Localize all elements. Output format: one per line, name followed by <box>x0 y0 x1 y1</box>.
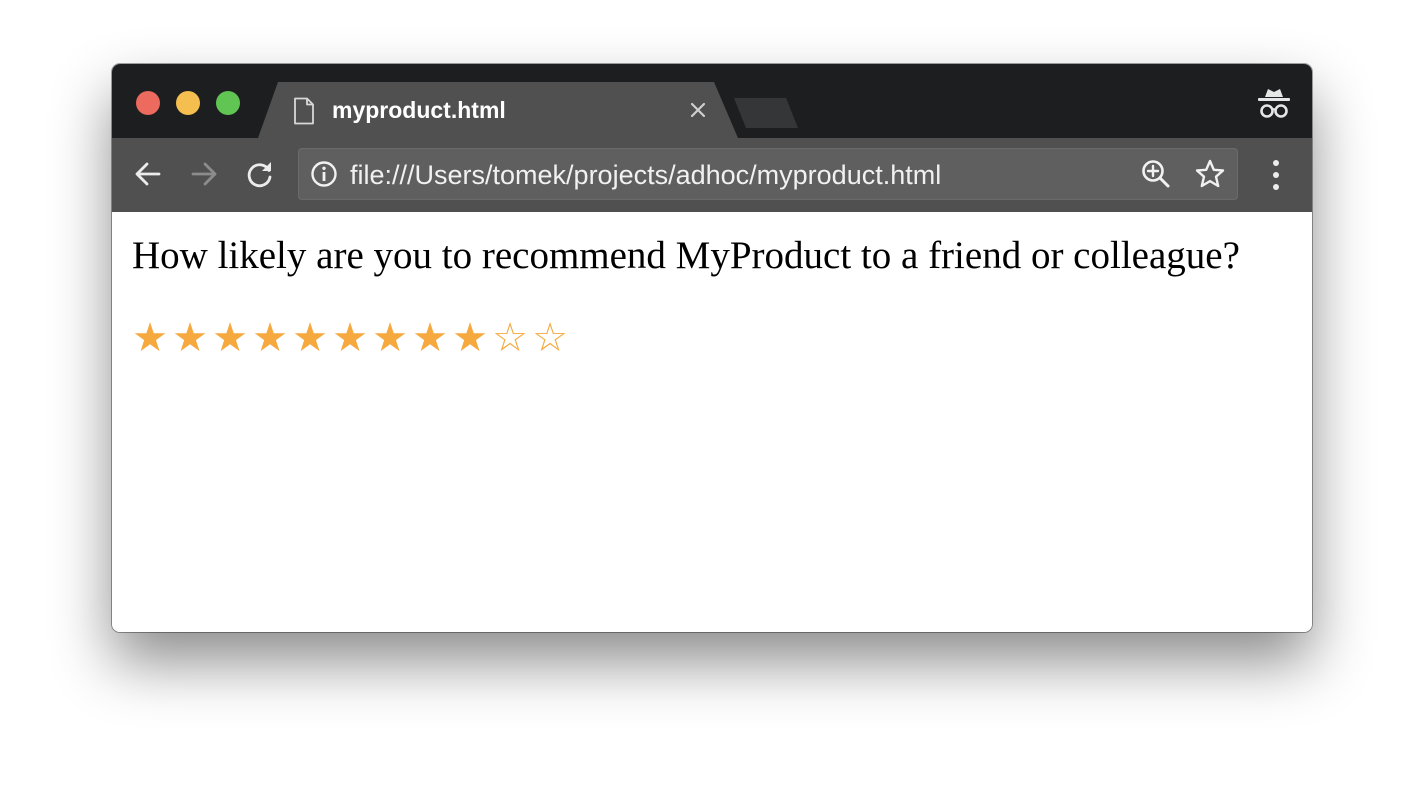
empty-star-icon[interactable]: ☆ <box>490 312 530 364</box>
filled-star-icon[interactable]: ★ <box>170 312 210 364</box>
new-tab-button[interactable] <box>734 98 798 128</box>
info-icon[interactable] <box>310 160 338 188</box>
filled-star-icon[interactable]: ★ <box>410 312 450 364</box>
zoom-in-icon[interactable] <box>1140 158 1172 190</box>
title-bar: myproduct.html <box>112 64 1312 138</box>
filled-star-icon[interactable]: ★ <box>250 312 290 364</box>
filled-star-icon[interactable]: ★ <box>370 312 410 364</box>
forward-arrow-icon[interactable] <box>188 158 220 190</box>
back-arrow-icon[interactable] <box>132 158 164 190</box>
empty-star-icon[interactable]: ☆ <box>530 312 570 364</box>
maximize-window-button[interactable] <box>216 91 240 115</box>
address-bar[interactable]: file:///Users/tomek/projects/adhoc/mypro… <box>298 148 1238 200</box>
kebab-menu-icon[interactable] <box>1264 158 1288 192</box>
close-window-button[interactable] <box>136 91 160 115</box>
filled-star-icon[interactable]: ★ <box>450 312 490 364</box>
document-icon <box>294 97 314 125</box>
filled-star-icon[interactable]: ★ <box>210 312 250 364</box>
filled-star-icon[interactable]: ★ <box>330 312 370 364</box>
incognito-icon <box>1258 89 1290 118</box>
minimize-window-button[interactable] <box>176 91 200 115</box>
browser-window: myproduct.html file:///Users/tomek/proje… <box>112 64 1312 632</box>
survey-question: How likely are you to recommend MyProduc… <box>132 234 1240 277</box>
close-tab-icon[interactable] <box>686 98 710 122</box>
browser-toolbar: file:///Users/tomek/projects/adhoc/mypro… <box>112 138 1312 213</box>
reload-icon[interactable] <box>244 158 276 190</box>
filled-star-icon[interactable]: ★ <box>290 312 330 364</box>
page-content: How likely are you to recommend MyProduc… <box>112 212 1312 632</box>
filled-star-icon[interactable]: ★ <box>130 312 170 364</box>
star-outline-icon[interactable] <box>1194 158 1226 190</box>
url-text[interactable]: file:///Users/tomek/projects/adhoc/mypro… <box>350 160 941 190</box>
star-rating: ★ ★ ★ ★ ★ ★ ★ ★ ★ ☆ ☆ <box>130 312 570 364</box>
tab-title: myproduct.html <box>332 97 506 123</box>
